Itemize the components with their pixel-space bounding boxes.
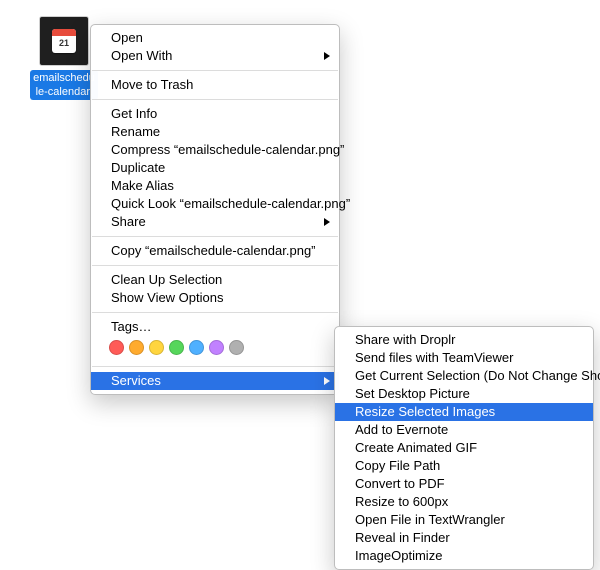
services-item[interactable]: Create Animated GIF [335, 439, 593, 457]
menu-clean-up[interactable]: Clean Up Selection [91, 271, 339, 289]
menu-tags[interactable]: Tags… [91, 318, 339, 336]
menu-duplicate[interactable]: Duplicate [91, 159, 339, 177]
menu-view-options[interactable]: Show View Options [91, 289, 339, 307]
services-item[interactable]: ImageOptimize [335, 547, 593, 565]
services-item[interactable]: Set Desktop Picture [335, 385, 593, 403]
services-item[interactable]: Copy File Path [335, 457, 593, 475]
services-item[interactable]: Resize to 600px [335, 493, 593, 511]
menu-separator [92, 265, 338, 266]
tag-color-dot[interactable] [209, 340, 224, 355]
services-item[interactable]: Resize Selected Images [335, 403, 593, 421]
menu-make-alias[interactable]: Make Alias [91, 177, 339, 195]
desktop-file[interactable]: emailschedule-calendar.p [30, 16, 98, 100]
services-item[interactable]: Add to Evernote [335, 421, 593, 439]
services-item[interactable]: Convert to PDF [335, 475, 593, 493]
menu-open[interactable]: Open [91, 29, 339, 47]
tags-row [91, 336, 339, 361]
menu-get-info[interactable]: Get Info [91, 105, 339, 123]
services-item[interactable]: Get Current Selection (Do Not Change Sho… [335, 367, 593, 385]
menu-share[interactable]: Share [91, 213, 339, 231]
services-item[interactable]: Send files with TeamViewer [335, 349, 593, 367]
calendar-icon [52, 29, 76, 53]
tag-color-dot[interactable] [229, 340, 244, 355]
services-submenu: Share with DroplrSend files with TeamVie… [334, 326, 594, 570]
tag-color-dot[interactable] [129, 340, 144, 355]
menu-separator [92, 312, 338, 313]
menu-separator [92, 70, 338, 71]
menu-move-to-trash[interactable]: Move to Trash [91, 76, 339, 94]
tag-color-dot[interactable] [149, 340, 164, 355]
menu-services[interactable]: Services [91, 372, 339, 390]
tag-color-dot[interactable] [109, 340, 124, 355]
menu-quick-look[interactable]: Quick Look “emailschedule-calendar.png” [91, 195, 339, 213]
menu-open-with[interactable]: Open With [91, 47, 339, 65]
menu-separator [92, 366, 338, 367]
menu-separator [92, 99, 338, 100]
tag-color-dot[interactable] [169, 340, 184, 355]
menu-separator [92, 236, 338, 237]
file-thumbnail [39, 16, 89, 66]
tag-color-dot[interactable] [189, 340, 204, 355]
file-label: emailschedule-calendar.p [30, 70, 98, 100]
services-item[interactable]: Share with Droplr [335, 331, 593, 349]
context-menu: Open Open With Move to Trash Get Info Re… [90, 24, 340, 395]
menu-compress[interactable]: Compress “emailschedule-calendar.png” [91, 141, 339, 159]
menu-rename[interactable]: Rename [91, 123, 339, 141]
services-item[interactable]: Open File in TextWrangler [335, 511, 593, 529]
menu-copy[interactable]: Copy “emailschedule-calendar.png” [91, 242, 339, 260]
services-item[interactable]: Reveal in Finder [335, 529, 593, 547]
